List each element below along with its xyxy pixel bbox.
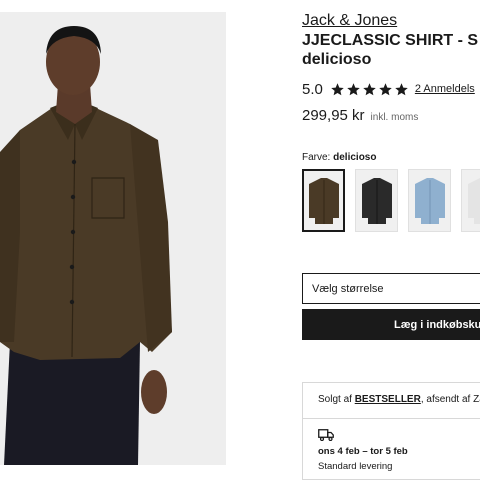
product-info-panel: Jack & Jones JJECLASSIC SHIRT - S delici… bbox=[302, 0, 480, 480]
add-to-cart-button[interactable]: Læg i indkøbskur bbox=[302, 309, 480, 340]
product-title-line2: delicioso bbox=[302, 51, 372, 68]
truck-icon bbox=[318, 429, 334, 441]
color-label-prefix: Farve: bbox=[302, 152, 331, 163]
product-image[interactable] bbox=[0, 12, 226, 465]
star-icon bbox=[395, 82, 408, 95]
shirt-thumbnail bbox=[467, 177, 480, 224]
shipped-by-text: , afsendt af Zalar bbox=[420, 394, 480, 405]
reviews-link[interactable]: 2 Anmeldels bbox=[415, 83, 475, 95]
delivery-date: ons 4 feb – tor 5 feb bbox=[318, 446, 408, 457]
sold-by-prefix: Solgt af bbox=[318, 394, 352, 405]
swatch-black[interactable] bbox=[355, 169, 398, 232]
price-row: 299,95 kr inkl. moms bbox=[302, 107, 418, 124]
color-swatches bbox=[302, 169, 480, 232]
swatch-delicioso[interactable] bbox=[302, 169, 345, 232]
star-icon bbox=[347, 82, 360, 95]
price: 299,95 kr bbox=[302, 107, 365, 124]
brand-link[interactable]: Jack & Jones bbox=[302, 12, 397, 30]
rating-row: 5.0 2 Anmeldels bbox=[302, 79, 475, 99]
star-icon bbox=[331, 82, 344, 95]
star-icon bbox=[363, 82, 376, 95]
color-label: Farve: delicioso bbox=[302, 152, 376, 163]
shirt-thumbnail bbox=[361, 177, 392, 224]
seller-name-link[interactable]: BESTSELLER bbox=[355, 394, 421, 405]
model-photo bbox=[0, 12, 226, 465]
product-title-line1: JJECLASSIC SHIRT - S bbox=[302, 32, 479, 49]
star-icon bbox=[379, 82, 392, 95]
shirt-thumbnail bbox=[308, 177, 339, 224]
seller-divider bbox=[303, 418, 480, 419]
swatch-light-blue[interactable] bbox=[408, 169, 451, 232]
shirt-thumbnail bbox=[414, 177, 445, 224]
delivery-type: Standard levering bbox=[318, 461, 393, 472]
product-title: JJECLASSIC SHIRT - S delicioso bbox=[302, 31, 478, 69]
seller-line: Solgt af BESTSELLER, afsendt af Zalar bbox=[318, 394, 480, 405]
seller-box: Solgt af BESTSELLER, afsendt af Zalar on… bbox=[302, 382, 480, 480]
rating-stars bbox=[330, 82, 409, 97]
selected-color-name: delicioso bbox=[333, 152, 377, 163]
size-select[interactable]: Vælg størrelse bbox=[302, 273, 480, 304]
rating-value: 5.0 bbox=[302, 80, 323, 98]
vat-note: inkl. moms bbox=[370, 112, 419, 123]
swatch-white[interactable] bbox=[461, 169, 480, 232]
